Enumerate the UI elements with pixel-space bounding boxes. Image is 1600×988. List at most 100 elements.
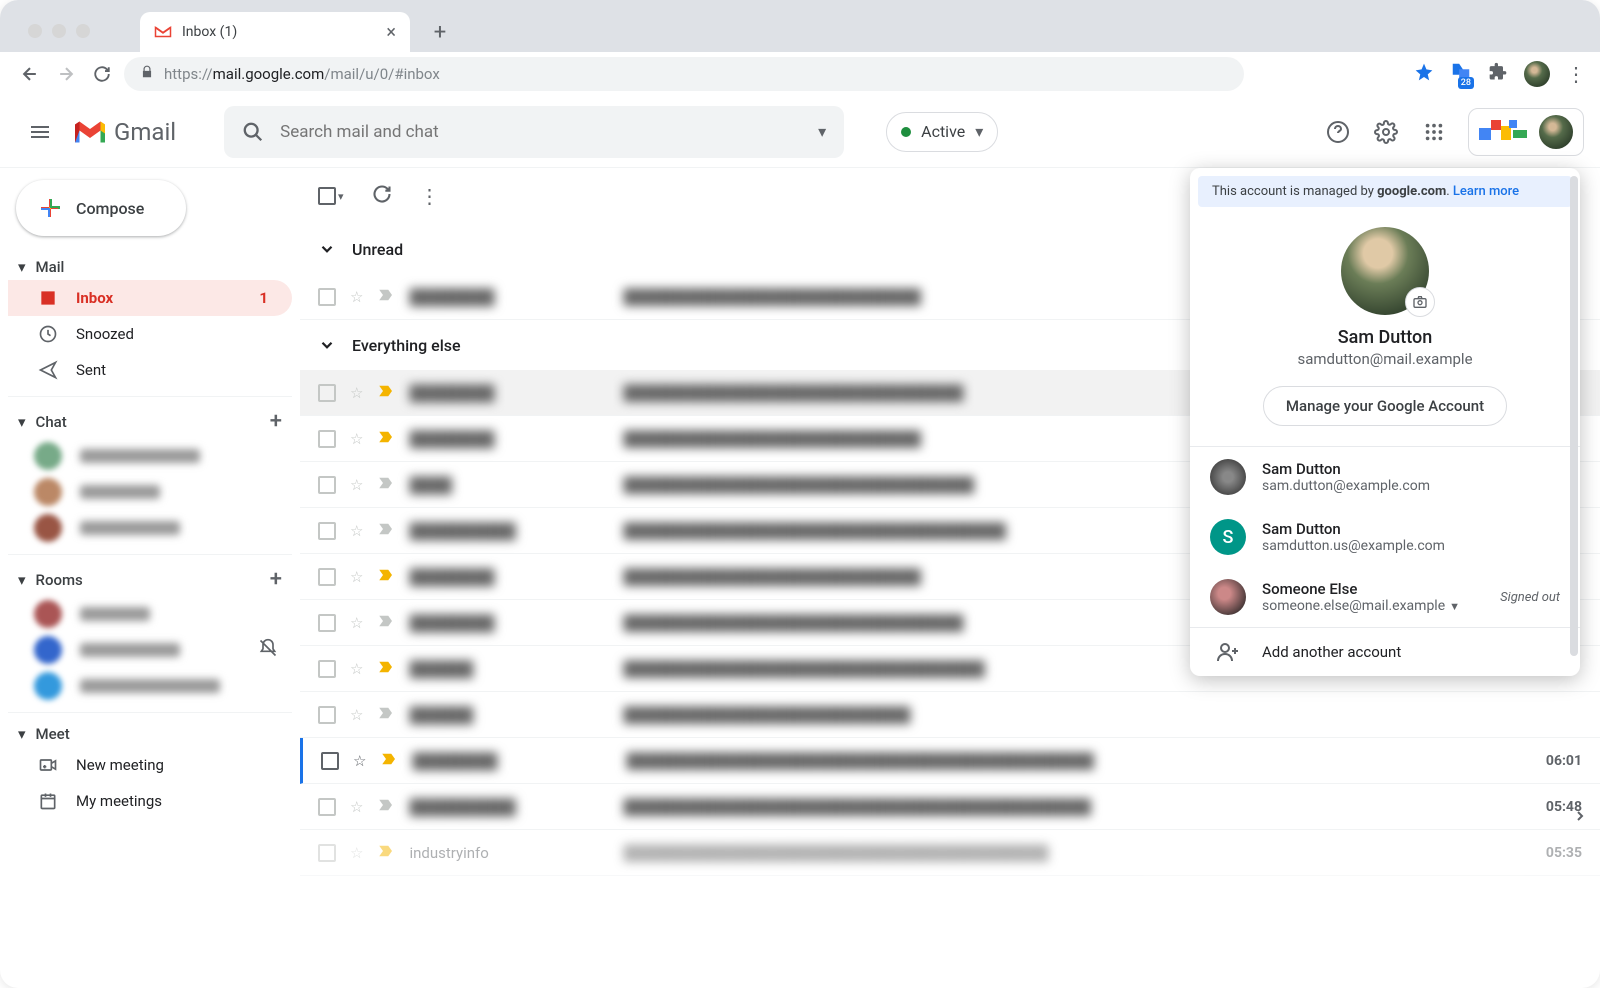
- section-rooms-header[interactable]: ▾Rooms+: [8, 563, 292, 596]
- account-avatar: [1210, 579, 1246, 615]
- section-mail-header[interactable]: ▾Mail: [8, 254, 292, 280]
- row-checkbox[interactable]: [318, 476, 336, 494]
- room-item[interactable]: [8, 668, 292, 704]
- importance-icon[interactable]: [377, 520, 395, 542]
- section-chat-header[interactable]: ▾Chat+: [8, 405, 292, 438]
- importance-icon[interactable]: [377, 796, 395, 818]
- star-icon[interactable]: ☆: [350, 568, 363, 586]
- star-icon[interactable]: ☆: [350, 798, 363, 816]
- email-row[interactable]: ☆███████████████████████████████████████…: [300, 738, 1600, 784]
- section-meet-header[interactable]: ▾Meet: [8, 721, 292, 747]
- nav-new-meeting[interactable]: New meeting: [8, 747, 292, 783]
- star-icon[interactable]: ☆: [350, 384, 363, 402]
- window-controls[interactable]: [18, 24, 100, 52]
- star-icon[interactable]: ☆: [350, 476, 363, 494]
- row-checkbox[interactable]: [318, 844, 336, 862]
- nav-snoozed[interactable]: Snoozed: [8, 316, 292, 352]
- compose-button[interactable]: Compose: [16, 180, 186, 236]
- extension-icon[interactable]: 28: [1450, 61, 1472, 87]
- star-icon[interactable]: ☆: [350, 614, 363, 632]
- tab-close-button[interactable]: ×: [386, 22, 396, 43]
- star-icon[interactable]: ☆: [353, 752, 366, 770]
- email-row[interactable]: ☆█████████████████████████████████: [300, 692, 1600, 738]
- star-icon[interactable]: ☆: [350, 522, 363, 540]
- browser-menu-button[interactable]: ⋮: [1566, 62, 1584, 86]
- forward-button[interactable]: [52, 60, 80, 88]
- email-row[interactable]: ☆industryinfo███████████████████████████…: [300, 830, 1600, 876]
- address-bar[interactable]: https://mail.google.com/mail/u/0/#inbox: [124, 57, 1244, 91]
- importance-icon[interactable]: [377, 842, 395, 864]
- importance-icon[interactable]: [377, 704, 395, 726]
- more-actions-button[interactable]: ⋮: [420, 184, 440, 208]
- importance-icon[interactable]: [377, 566, 395, 588]
- switch-account-row[interactable]: Someone Elsesomeone.else@mail.example▼ S…: [1190, 567, 1580, 627]
- scrollbar[interactable]: [1570, 176, 1578, 656]
- new-tab-button[interactable]: +: [420, 12, 460, 52]
- learn-more-link[interactable]: Learn more: [1453, 184, 1519, 199]
- row-checkbox[interactable]: [321, 752, 339, 770]
- reload-button[interactable]: [88, 60, 116, 88]
- star-icon[interactable]: ☆: [350, 844, 363, 862]
- nav-inbox[interactable]: Inbox1: [8, 280, 292, 316]
- add-chat-button[interactable]: +: [270, 409, 282, 434]
- importance-icon[interactable]: [377, 612, 395, 634]
- extensions-puzzle-icon[interactable]: [1488, 62, 1508, 86]
- nav-my-meetings[interactable]: My meetings: [8, 783, 292, 819]
- chat-item[interactable]: [8, 474, 292, 510]
- row-checkbox[interactable]: [318, 798, 336, 816]
- switch-account-row[interactable]: Sam Duttonsam.dutton@example.com: [1190, 447, 1580, 507]
- refresh-button[interactable]: [372, 184, 392, 208]
- row-checkbox[interactable]: [318, 384, 336, 402]
- row-checkbox[interactable]: [318, 660, 336, 678]
- star-icon[interactable]: ☆: [350, 660, 363, 678]
- person-add-icon: [1216, 640, 1240, 664]
- row-checkbox[interactable]: [318, 614, 336, 632]
- row-checkbox[interactable]: [318, 288, 336, 306]
- browser-chrome: Inbox (1) × + https://mail.google.com/ma…: [0, 0, 1600, 96]
- star-icon[interactable]: ☆: [350, 288, 363, 306]
- add-account-button[interactable]: Add another account: [1190, 628, 1580, 676]
- main-menu-button[interactable]: [16, 108, 64, 156]
- search-icon: [242, 121, 264, 143]
- account-avatar-button[interactable]: [1539, 115, 1573, 149]
- room-item[interactable]: [8, 632, 292, 668]
- search-input[interactable]: [280, 122, 802, 142]
- star-icon[interactable]: ☆: [350, 430, 363, 448]
- browser-tab[interactable]: Inbox (1) ×: [140, 12, 410, 52]
- search-options-dropdown[interactable]: ▾: [818, 122, 826, 141]
- status-selector[interactable]: Active ▾: [886, 112, 998, 152]
- add-room-button[interactable]: +: [270, 567, 282, 592]
- chat-item[interactable]: [8, 510, 292, 546]
- change-photo-button[interactable]: [1405, 287, 1435, 317]
- row-checkbox[interactable]: [318, 706, 336, 724]
- importance-icon[interactable]: [377, 474, 395, 496]
- email-row[interactable]: ☆███████████████████████████████████████…: [300, 784, 1600, 830]
- side-panel-toggle[interactable]: [1572, 808, 1588, 828]
- manage-account-button[interactable]: Manage your Google Account: [1263, 386, 1507, 426]
- profile-avatar[interactable]: [1524, 61, 1550, 87]
- row-checkbox[interactable]: [318, 430, 336, 448]
- importance-icon[interactable]: [377, 286, 395, 308]
- camera-icon: [1412, 294, 1428, 310]
- workspace-branding[interactable]: [1468, 108, 1584, 156]
- importance-icon[interactable]: [377, 382, 395, 404]
- chat-item[interactable]: [8, 438, 292, 474]
- gmail-logo[interactable]: Gmail: [72, 118, 216, 146]
- settings-button[interactable]: [1372, 118, 1400, 146]
- importance-icon[interactable]: [377, 658, 395, 680]
- switch-account-row[interactable]: S Sam Duttonsamdutton.us@example.com: [1190, 507, 1580, 567]
- help-button[interactable]: [1324, 118, 1352, 146]
- row-checkbox[interactable]: [318, 522, 336, 540]
- room-item[interactable]: [8, 596, 292, 632]
- back-button[interactable]: [16, 60, 44, 88]
- select-all-checkbox[interactable]: ▾: [318, 187, 344, 205]
- search-box[interactable]: ▾: [224, 106, 844, 158]
- importance-icon[interactable]: [377, 428, 395, 450]
- row-checkbox[interactable]: [318, 568, 336, 586]
- apps-grid-button[interactable]: [1420, 118, 1448, 146]
- nav-sent[interactable]: Sent: [8, 352, 292, 388]
- caret-down-icon: ▾: [18, 571, 26, 589]
- importance-icon[interactable]: [380, 750, 398, 772]
- star-icon[interactable]: ☆: [350, 706, 363, 724]
- bookmark-star-icon[interactable]: [1414, 62, 1434, 86]
